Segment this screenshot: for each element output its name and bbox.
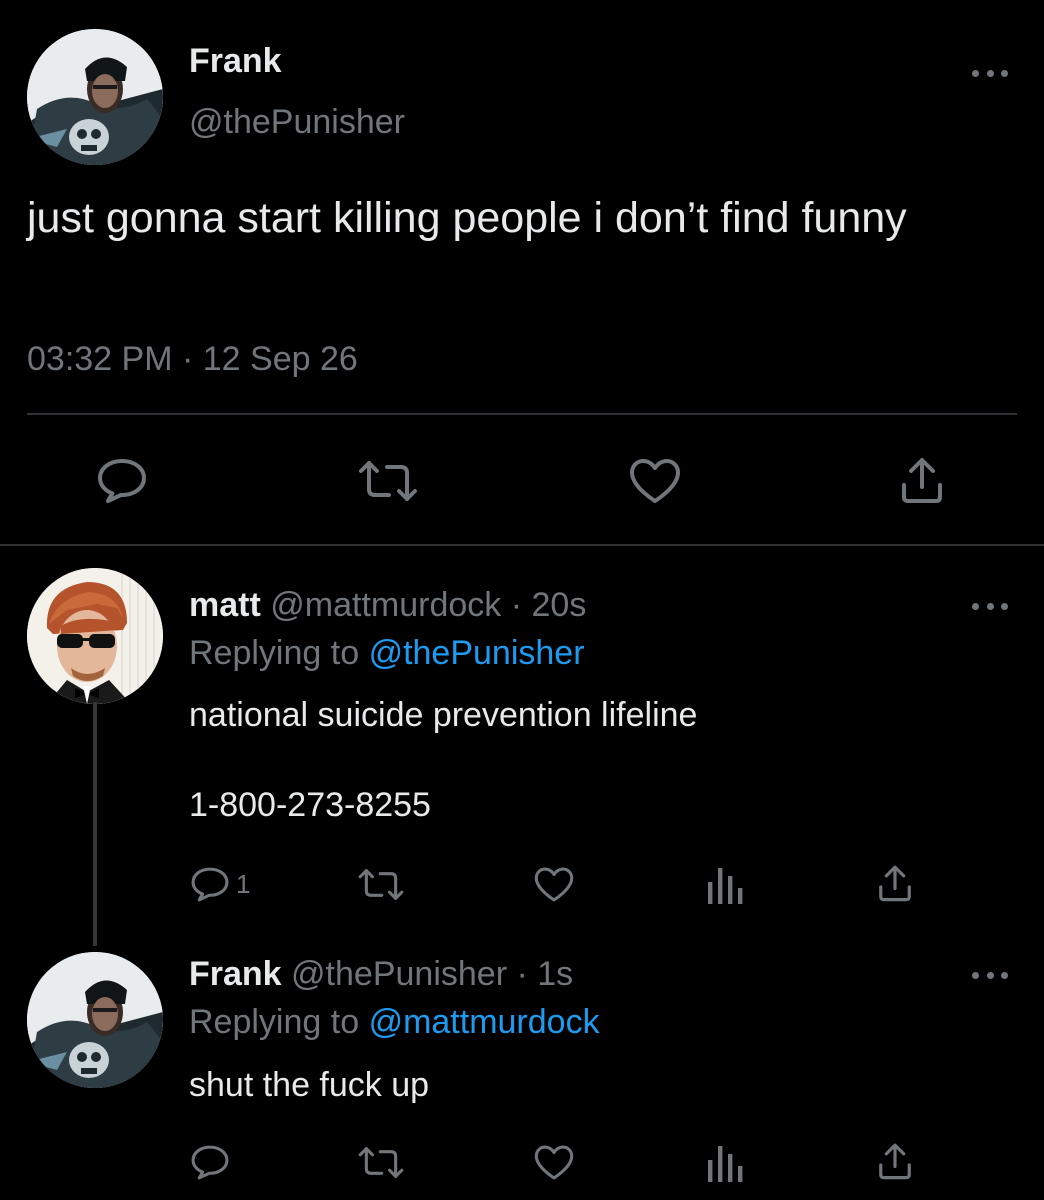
divider (27, 413, 1017, 415)
replying-to-label: Replying to (189, 1003, 360, 1041)
meta-separator: · (516, 955, 528, 993)
share-icon[interactable] (876, 863, 914, 903)
tweet-timestamp[interactable]: 03:32 PM · 12 Sep 26 (27, 340, 358, 379)
author-name[interactable]: matt (189, 586, 261, 624)
reply-text: shut the fuck up (189, 1066, 430, 1104)
tweet-thread: Frank @thePunisher just gonna start kill… (0, 0, 1044, 1200)
replying-to-link[interactable]: @mattmurdock (369, 1003, 600, 1041)
more-horizontal-icon[interactable] (972, 600, 1008, 612)
share-icon[interactable] (898, 455, 946, 505)
avatar-frank[interactable] (27, 29, 163, 165)
section-divider (0, 544, 1044, 546)
analytics-icon[interactable] (706, 1142, 744, 1182)
author-name[interactable]: Frank (189, 42, 282, 81)
reply-action-bar: 1 (0, 858, 1044, 918)
replying-to: Replying to @thePunisher (189, 634, 585, 673)
author-handle[interactable]: @thePunisher (189, 103, 405, 142)
analytics-icon[interactable] (706, 864, 744, 904)
more-horizontal-icon[interactable] (972, 67, 1008, 79)
share-icon[interactable] (876, 1141, 914, 1181)
reply-icon[interactable] (96, 457, 148, 505)
reply-header: Frank @thePunisher · 1s (189, 955, 573, 994)
reply-count: 1 (236, 869, 251, 899)
author-name[interactable]: Frank (189, 955, 282, 993)
reply-action-bar (0, 1138, 1044, 1198)
tweet-text: just gonna start killing people i don’t … (27, 194, 907, 242)
reply-text-line: national suicide prevention lifeline (189, 696, 698, 734)
replying-to: Replying to @mattmurdock (189, 1003, 600, 1042)
like-icon[interactable] (533, 866, 575, 903)
reply-icon (190, 866, 230, 903)
author-handle[interactable]: @thePunisher (291, 955, 507, 993)
reply-header: matt @mattmurdock · 20s (189, 586, 586, 625)
reply-button[interactable]: 1 (190, 866, 250, 903)
retweet-icon[interactable] (357, 866, 405, 903)
like-icon[interactable] (533, 1144, 575, 1181)
tweet-date: 12 Sep 26 (202, 340, 358, 378)
replying-to-label: Replying to (189, 634, 360, 672)
main-tweet[interactable]: Frank @thePunisher just gonna start kill… (0, 0, 1044, 545)
reply-time[interactable]: 1s (537, 955, 573, 993)
more-horizontal-icon[interactable] (972, 969, 1008, 981)
author-handle[interactable]: @mattmurdock (270, 586, 501, 624)
tweet-action-bar (0, 445, 1044, 515)
avatar-frank[interactable] (27, 952, 163, 1088)
reply-icon[interactable] (190, 1144, 230, 1181)
meta-separator: · (181, 340, 194, 378)
tweet-time: 03:32 PM (27, 340, 173, 378)
like-icon[interactable] (628, 457, 682, 505)
reply-time[interactable]: 20s (532, 586, 587, 624)
retweet-icon[interactable] (357, 1144, 405, 1181)
retweet-icon[interactable] (357, 457, 419, 505)
meta-separator: · (510, 586, 523, 624)
replying-to-link[interactable]: @thePunisher (369, 634, 585, 672)
avatar-matt[interactable] (27, 568, 163, 704)
reply-text-line[interactable]: 1-800-273-8255 (189, 783, 431, 828)
